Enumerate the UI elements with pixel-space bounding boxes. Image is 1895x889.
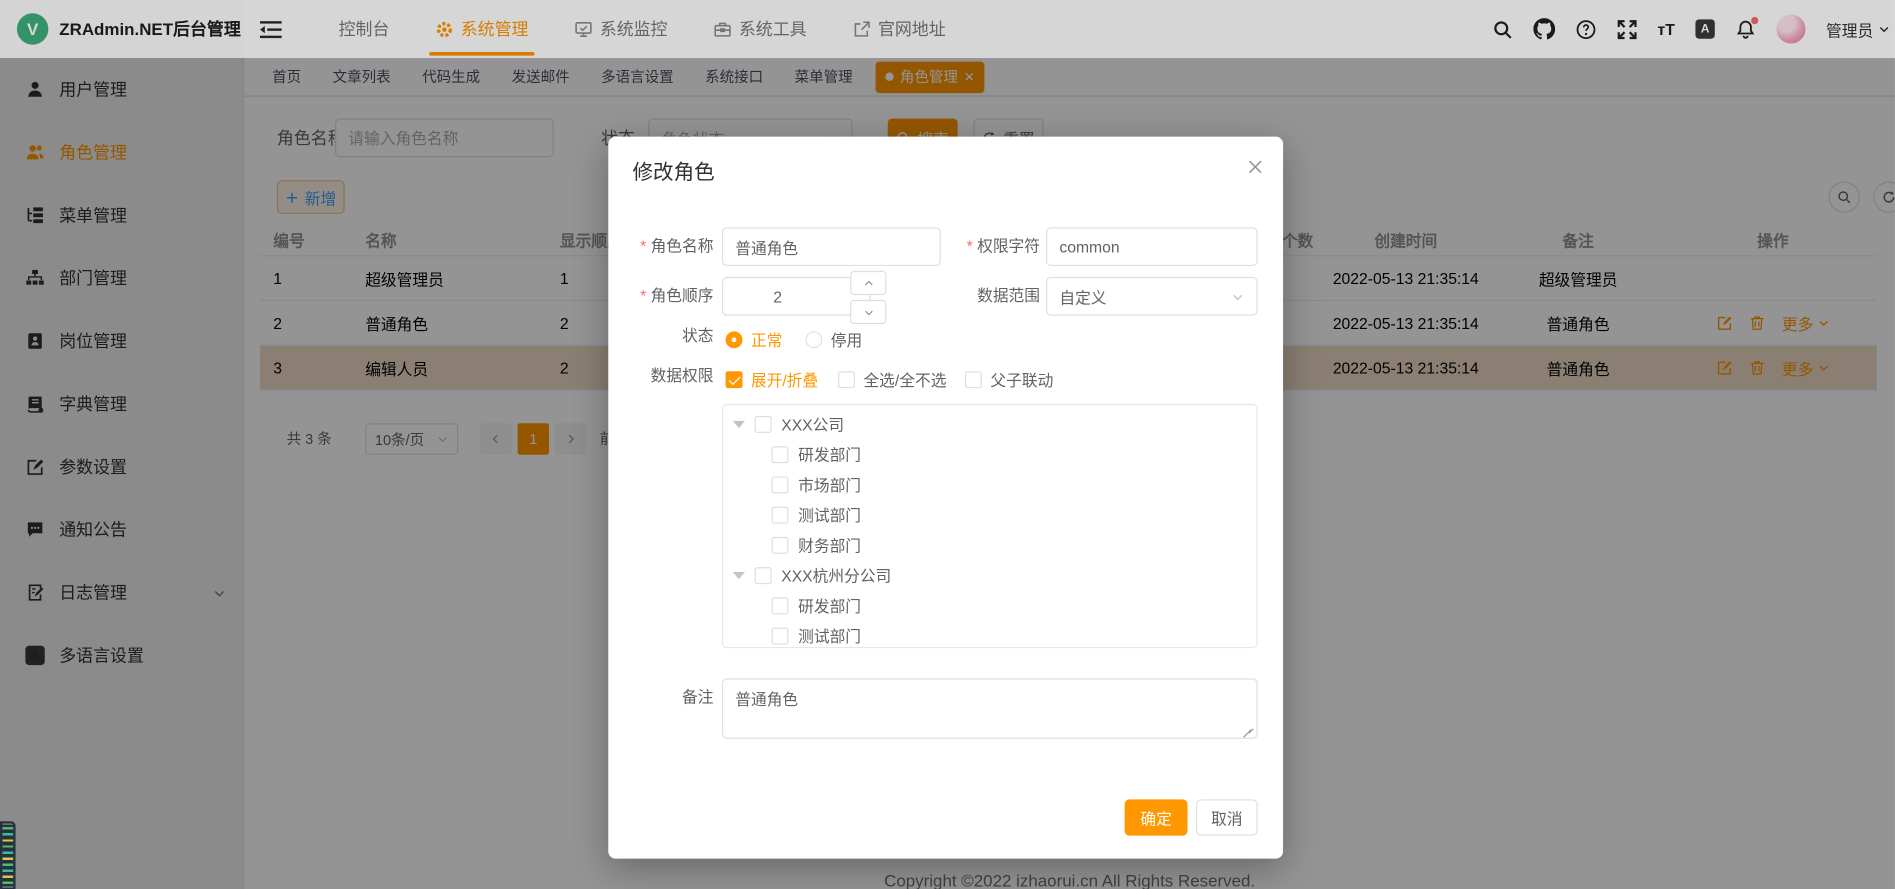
edit-role-dialog: 修改角色 角色名称 权限字符 角色顺序 数据范围 自定义 状态 正常	[608, 137, 1283, 859]
role-key-label: 权限字符	[959, 227, 1040, 266]
close-dialog-icon[interactable]	[1247, 158, 1264, 175]
status-normal-radio[interactable]: 正常	[726, 328, 783, 351]
checkbox-icon[interactable]	[772, 476, 789, 493]
tree-node-dept[interactable]: 财务部门	[723, 530, 1256, 560]
caret-expanded-icon[interactable]	[733, 571, 745, 578]
checkbox-checked-icon	[726, 371, 743, 388]
radio-checked-icon	[726, 331, 743, 348]
select-all-checkbox[interactable]: 全选/全不选	[838, 368, 946, 391]
tree-node-dept[interactable]: 研发部门	[723, 439, 1256, 469]
app: V ZRAdmin.NET后台管理 用户管理 角色管理 菜单管理	[0, 0, 1895, 889]
tree-node-company[interactable]: XXX杭州分公司	[723, 560, 1256, 590]
devtools-corner-widget[interactable]	[0, 821, 16, 889]
radio-icon	[805, 331, 822, 348]
data-permission-label: 数据权限	[608, 364, 713, 388]
dialog-title: 修改角色	[632, 155, 714, 185]
checkbox-icon[interactable]	[772, 446, 789, 463]
remark-textarea[interactable]: 普通角色	[722, 678, 1258, 738]
checkbox-icon[interactable]	[755, 567, 772, 584]
role-key-input[interactable]	[1046, 227, 1258, 266]
checkbox-icon[interactable]	[772, 506, 789, 523]
tree-node-dept[interactable]: 测试部门	[723, 499, 1256, 529]
role-name-label: 角色名称	[608, 227, 713, 266]
role-name-input[interactable]	[722, 227, 941, 266]
increase-icon[interactable]	[850, 271, 886, 295]
checkbox-icon	[965, 371, 982, 388]
checkbox-icon[interactable]	[755, 415, 772, 432]
role-sort-stepper[interactable]	[722, 277, 871, 316]
status-disabled-radio[interactable]: 停用	[805, 328, 862, 351]
confirm-button[interactable]: 确定	[1125, 799, 1188, 835]
tree-node-dept[interactable]: 市场部门	[723, 469, 1256, 499]
caret-expanded-icon[interactable]	[733, 420, 745, 427]
modal-overlay-top	[0, 0, 1895, 58]
tree-node-dept[interactable]: 测试部门	[723, 620, 1256, 648]
role-sort-input[interactable]	[723, 278, 832, 314]
parent-child-link-checkbox[interactable]: 父子联动	[965, 368, 1053, 391]
data-scope-label: 数据范围	[959, 277, 1040, 316]
remark-label: 备注	[608, 686, 713, 710]
checkbox-icon[interactable]	[772, 536, 789, 553]
chevron-down-icon	[1231, 290, 1244, 303]
expand-collapse-checkbox[interactable]: 展开/折叠	[726, 368, 819, 391]
checkbox-icon[interactable]	[772, 597, 789, 614]
checkbox-icon	[838, 371, 855, 388]
tree-node-dept[interactable]: 研发部门	[723, 590, 1256, 620]
data-scope-select[interactable]: 自定义	[1046, 277, 1258, 316]
tree-node-company[interactable]: XXX公司	[723, 409, 1256, 439]
status-label: 状态	[608, 324, 713, 348]
role-sort-label: 角色顺序	[608, 277, 713, 316]
decrease-icon[interactable]	[850, 300, 886, 324]
checkbox-icon[interactable]	[772, 627, 789, 644]
department-tree: XXX公司 研发部门 市场部门 测试部门 财务部门 XXX杭州分公司	[722, 404, 1258, 648]
cancel-button[interactable]: 取消	[1196, 799, 1258, 835]
